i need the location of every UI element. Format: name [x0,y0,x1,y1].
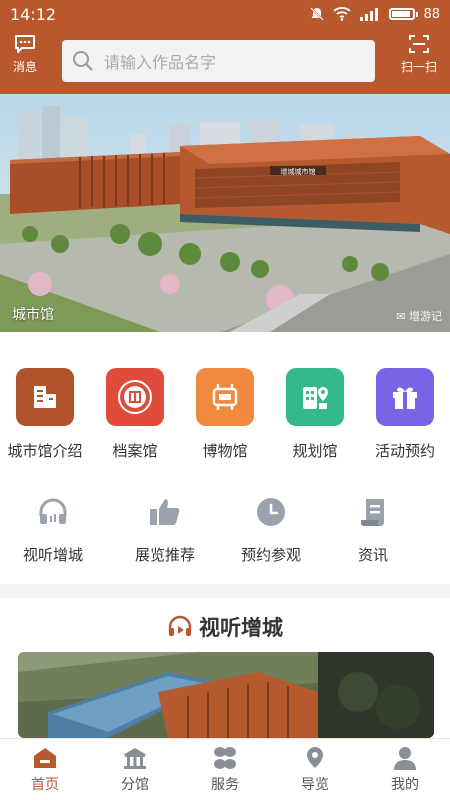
status-bar: 14:12 88 [0,0,450,28]
shortcut-label: 城市馆介绍 [7,442,83,460]
service-exhibition[interactable]: 展览推荐 [112,492,218,565]
section-title-text: 视听增城 [199,616,283,640]
shortcut-city-hall[interactable]: 城市馆介绍 [0,368,90,461]
activity-tile [376,368,434,426]
service-label: 展览推荐 [134,546,195,564]
service-grid: 视听增城 展览推荐 预约参观 资讯 [0,492,450,565]
user-icon [394,747,416,770]
tab-services[interactable]: 服务 [180,739,270,800]
banner-watermark-text: 增游记 [409,310,442,323]
headphones-play-icon [168,615,192,636]
tab-label: 分馆 [121,777,149,793]
mute-icon [310,7,325,21]
audio-visual-section: 视听增城 [0,598,450,738]
battery-icon [389,8,419,20]
archive-tile [106,368,164,426]
scan-label: 扫一扫 [400,60,437,74]
planning-map-icon [303,387,328,409]
battery-percent: 88 [423,6,440,22]
headphones-icon [39,498,67,524]
message-icon [15,35,35,53]
services-icon [214,747,236,769]
location-pin-icon [307,747,323,768]
planning-tile [286,368,344,426]
service-audio-visual[interactable]: 视听增城 [0,492,106,565]
tab-label: 我的 [391,777,419,793]
shortcut-museum[interactable]: 博物馆 [180,368,270,461]
status-time: 14:12 [10,4,57,24]
search-placeholder: 请输入作品名字 [104,53,217,72]
signal-icon [360,8,379,21]
feature-card: 城市馆介绍 档案馆 博物馆 规划馆 活动预约 视听增城 展览推荐 预约参观 资讯 [0,332,450,584]
tab-home[interactable]: 首页 [0,739,90,800]
archive-seal-icon [118,380,152,414]
shortcut-grid: 城市馆介绍 档案馆 博物馆 规划馆 活动预约 [0,368,450,461]
banner-watermark: ✉ 增游记 [396,310,442,323]
cover-photo [18,652,434,738]
scan-icon [409,35,429,53]
shortcut-label: 博物馆 [202,442,248,460]
service-icon-wrap [33,492,73,532]
thumbs-up-icon [150,499,180,525]
service-icon-wrap [353,492,393,532]
city-hall-tile [16,368,74,426]
shortcut-label: 档案馆 [112,442,158,460]
shortcut-label: 规划馆 [292,442,338,460]
banner-image: 增城城市馆 [0,94,450,332]
message-button[interactable]: 消息 [0,34,50,75]
wifi-icon [333,7,352,21]
section-title: 视听增城 [0,612,450,642]
status-icons: 88 [309,6,440,22]
section-cover-image[interactable] [18,652,434,738]
shortcut-planning[interactable]: 规划馆 [270,368,360,461]
service-label: 视听增城 [22,546,83,564]
banner-carousel[interactable]: 增城城市馆 城市馆 ✉ 增游记 [0,94,450,332]
clock-icon [257,498,285,526]
museum-icon [212,384,238,410]
tab-branches[interactable]: 分馆 [90,739,180,800]
city-hall-icon [34,386,56,408]
tab-profile[interactable]: 我的 [360,739,450,800]
home-icon [34,748,56,768]
building-sign: 增城城市馆 [281,167,316,176]
service-label: 预约参观 [240,546,301,564]
shortcut-archive[interactable]: 档案馆 [90,368,180,461]
banner-caption: 城市馆 [12,307,54,323]
tab-label: 导览 [301,777,329,793]
tab-guide[interactable]: 导览 [270,739,360,800]
bottom-tab-bar: 首页 分馆 服务 导览 我的 [0,738,450,800]
shortcut-activity[interactable]: 活动预约 [360,368,450,461]
service-label: 资讯 [357,546,388,564]
shortcut-label: 活动预约 [374,442,435,460]
service-booking[interactable]: 预约参观 [218,492,324,565]
search-input[interactable]: 请输入作品名字 [62,40,375,82]
search-icon [73,51,93,71]
news-scroll-icon [361,499,384,526]
scan-button[interactable]: 扫一扫 [394,34,444,75]
pavilion-icon [123,748,147,769]
tab-label: 首页 [31,777,59,793]
service-news[interactable]: 资讯 [320,492,426,565]
gift-icon [393,387,417,409]
service-icon-wrap [251,492,291,532]
top-header: 消息 请输入作品名字 扫一扫 [0,28,450,94]
museum-tile [196,368,254,426]
tab-label: 服务 [211,777,239,793]
message-label: 消息 [12,60,37,74]
service-icon-wrap [145,492,185,532]
